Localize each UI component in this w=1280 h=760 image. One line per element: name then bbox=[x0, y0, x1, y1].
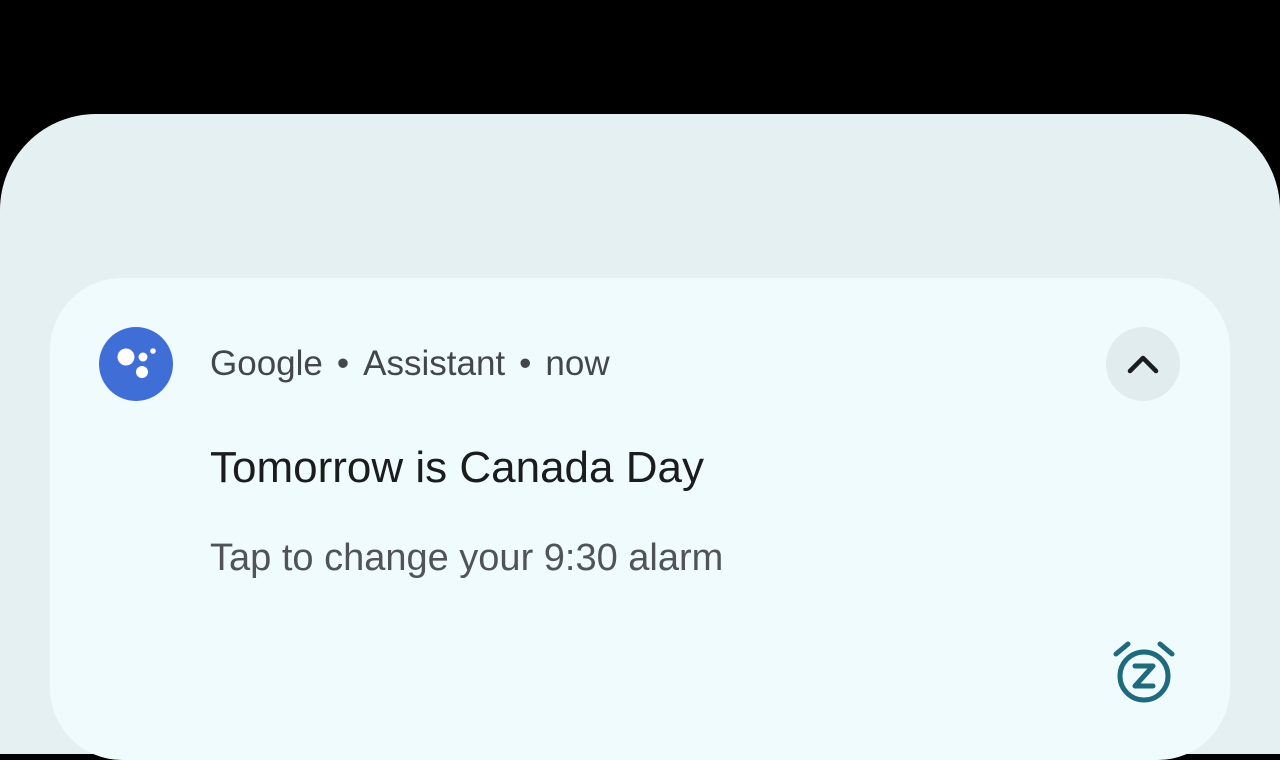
sub-text: Assistant bbox=[363, 344, 506, 383]
header-separator: • bbox=[336, 344, 350, 383]
chevron-up-icon bbox=[1127, 355, 1159, 374]
notification-shade: Google • Assistant • now Tomorrow is Canada … bbox=[0, 114, 1280, 760]
notification-card[interactable]: Google • Assistant • now Tomorrow is Canada … bbox=[50, 278, 1230, 760]
header-separator: • bbox=[519, 344, 532, 383]
notification-body: Tap to change your 9:30 alarm bbox=[210, 537, 724, 579]
notification-header: Google • Assistant • now bbox=[210, 340, 610, 388]
google-assistant-icon bbox=[99, 327, 173, 401]
app-name: Google bbox=[210, 344, 323, 383]
timestamp: now bbox=[545, 344, 610, 383]
snooze-alarm-button[interactable] bbox=[1108, 638, 1180, 710]
alarm-snooze-icon bbox=[1113, 641, 1175, 703]
expand-collapse-button[interactable] bbox=[1106, 327, 1180, 401]
notification-title: Tomorrow is Canada Day bbox=[210, 443, 704, 492]
